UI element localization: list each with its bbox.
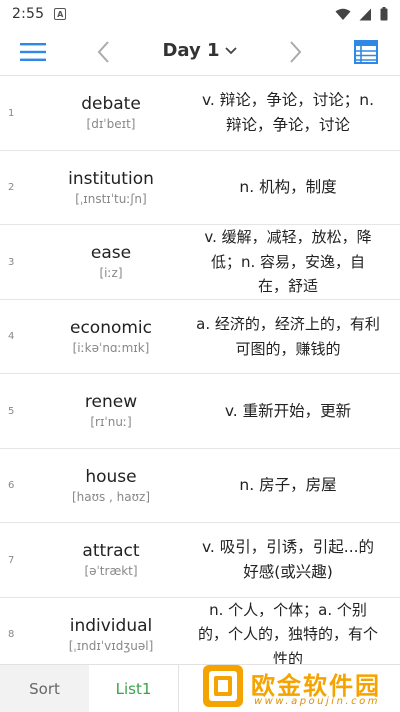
row-index: 4 [8,331,15,342]
watermark-logo: 欧金软件园 www.apoujin.com [199,662,400,712]
chevron-down-icon [224,46,237,54]
word-row[interactable]: 8 individual [ˌɪndɪˈvɪdʒuəl] n. 个人，个体；a.… [0,598,400,665]
word-meaning: n. 机构，制度 [239,178,337,196]
watermark-url: www.apoujin.com [254,696,380,707]
word-phonetic: [ˌɪnstɪˈtuːʃn] [75,191,147,206]
word-meaning: v. 辩论，争论，讨论；n. 辩论，争论，讨论 [201,91,375,134]
chevron-left-icon[interactable] [94,38,114,66]
word-text: ease [90,243,132,263]
notification-icon: A [54,8,67,20]
chevron-right-icon[interactable] [285,38,305,66]
word-meaning: v. 缓解，减轻，放松，降低；n. 容易，安逸，自在，舒适 [204,228,372,296]
tab-sort[interactable]: Sort [0,665,89,712]
word-cell: individual [ˌɪndɪˈvɪdʒuəl] [28,598,194,665]
row-index: 1 [8,107,15,119]
word-row[interactable]: 3 ease [iːz] v. 缓解，减轻，放松，降低；n. 容易，安逸，自在，… [0,225,400,300]
word-text: attract [82,541,140,561]
word-text: economic [69,317,152,338]
word-phonetic: [iːz] [99,266,123,280]
word-row[interactable]: 5 renew [rɪˈnuː] v. 重新开始，更新 [0,374,400,449]
row-index: 2 [8,182,15,193]
word-text: debate [81,94,141,114]
word-meaning: n. 个人，个体；a. 个别的，个人的，独特的，有个性的 [197,600,378,664]
word-phonetic: [dɪˈbeɪt] [86,117,136,131]
row-index: 5 [8,405,15,417]
word-row[interactable]: 2 institution [ˌɪnstɪˈtuːʃn] n. 机构，制度 [0,151,400,225]
word-list: 1 debate [dɪˈbeɪt] v. 辩论，争论，讨论；n. 辩论，争论，… [0,76,400,664]
day-dropdown[interactable]: Day 1 [162,40,237,61]
word-cell: house [haʊs , haʊz] [28,449,194,523]
menu-icon[interactable] [18,40,48,64]
word-meaning: n. 房子，房屋 [239,476,337,494]
word-phonetic: [ˌɪndɪˈvɪdʒuəl] [68,638,154,653]
word-text: institution [68,168,154,189]
word-cell: attract [əˈtrækt] [28,523,194,597]
word-text: individual [69,615,153,636]
row-index: 8 [8,629,15,640]
word-phonetic: [haʊs , haʊz] [71,489,151,504]
word-cell: economic [iːkəˈnɑːmɪk] [28,300,194,374]
word-phonetic: [rɪˈnuː] [90,415,132,429]
word-row[interactable]: 7 attract [əˈtrækt] v. 吸引，引诱，引起...的好感(或兴… [0,523,400,598]
status-time: 2:55 [12,6,45,22]
word-meaning: a. 经济的，经济上的，有利可图的，赚钱的 [196,315,380,358]
word-cell: ease [iːz] [28,225,194,299]
word-row[interactable]: 4 economic [iːkəˈnɑːmɪk] a. 经济的，经济上的，有利可… [0,300,400,374]
status-bar: 2:55 A [0,0,400,28]
day-selector: Day 1 [0,40,400,61]
wifi-icon [335,8,351,20]
page-title: Day 1 [162,40,220,61]
row-index: 7 [8,554,15,566]
word-phonetic: [iːkəˈnɑːmɪk] [72,340,150,355]
row-index: 6 [8,480,15,491]
status-icons [335,7,388,21]
word-row[interactable]: 6 house [haʊs , haʊz] n. 房子，房屋 [0,449,400,523]
word-text: renew [84,392,138,412]
word-meaning: v. 重新开始，更新 [224,401,352,420]
top-toolbar: Day 1 [0,28,400,76]
word-meaning: v. 吸引，引诱，引起...的好感(或兴趣) [201,538,375,581]
word-cell: institution [ˌɪnstɪˈtuːʃn] [28,151,194,225]
word-row[interactable]: 1 debate [dɪˈbeɪt] v. 辩论，争论，讨论；n. 辩论，争论，… [0,76,400,151]
watermark-emblem-icon [203,665,243,707]
tab-list1[interactable]: List1 [89,665,179,712]
word-text: house [85,466,137,487]
word-cell: debate [dɪˈbeɪt] [28,76,194,150]
battery-icon [380,7,388,21]
word-cell: renew [rɪˈnuː] [28,374,194,448]
row-index: 3 [8,256,15,268]
list-view-icon[interactable] [353,39,379,65]
signal-icon [359,8,371,20]
word-phonetic: [əˈtrækt] [84,564,138,578]
